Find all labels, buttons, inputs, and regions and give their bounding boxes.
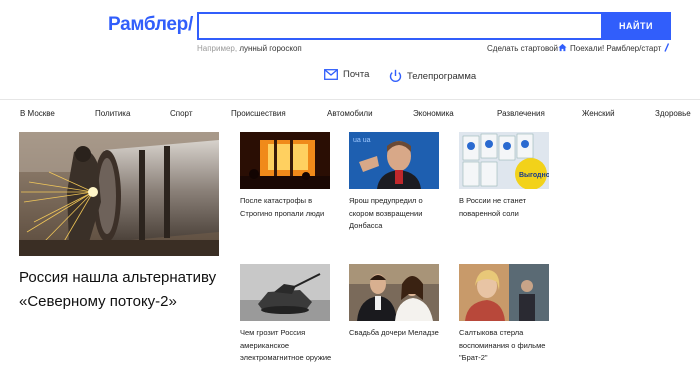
- nav-item-moscow[interactable]: В Москве: [20, 109, 55, 118]
- tv-service-link[interactable]: Телепрограмма: [389, 69, 476, 83]
- search-button[interactable]: НАЙТИ: [601, 12, 671, 40]
- nav-item-health[interactable]: Здоровье: [655, 109, 691, 118]
- mail-icon: [324, 69, 338, 80]
- card-image-wedding[interactable]: [349, 264, 439, 321]
- nav-item-auto[interactable]: Автомобили: [327, 109, 373, 118]
- home-icon: [558, 43, 567, 52]
- rambler-logo[interactable]: Рамблер/: [108, 14, 193, 36]
- power-icon: [389, 69, 402, 82]
- nav-item-women[interactable]: Женский: [582, 109, 615, 118]
- tv-service-label: Телепрограмма: [407, 70, 477, 82]
- hint-prefix: Например,: [197, 44, 240, 53]
- main-story-image[interactable]: [19, 132, 219, 256]
- nav-item-entertainment[interactable]: Развлечения: [497, 109, 545, 118]
- nav-item-politics[interactable]: Политика: [95, 109, 130, 118]
- card-title-film[interactable]: Салтыкова стерла воспоминания о фильме "…: [459, 327, 555, 365]
- mail-service-label: Почта: [343, 69, 370, 80]
- card-title-speaker[interactable]: Ярош предупредил о скором возвращении До…: [349, 195, 445, 233]
- card-title-wedding[interactable]: Свадьба дочери Меладзе: [349, 327, 445, 340]
- card-image-tank[interactable]: [240, 264, 330, 321]
- search-input[interactable]: [197, 12, 602, 40]
- hint-example-link[interactable]: лунный гороскоп: [239, 44, 301, 53]
- card-title-salt[interactable]: В России не станет поваренной соли: [459, 195, 555, 220]
- card-image-fire[interactable]: [240, 132, 330, 189]
- nav-item-incidents[interactable]: Происшествия: [231, 109, 286, 118]
- search-hint: Например, лунный гороскоп: [197, 44, 302, 53]
- card-title-fire[interactable]: После катастрофы в Строгино пропали люди: [240, 195, 336, 220]
- svg-text:ua ua: ua ua: [353, 137, 371, 144]
- nav-item-economy[interactable]: Экономика: [413, 109, 454, 118]
- svg-text:Выгодно: Выгодно: [519, 172, 549, 179]
- card-image-film[interactable]: [459, 264, 549, 321]
- nav-item-sport[interactable]: Спорт: [170, 109, 193, 118]
- card-image-speaker[interactable]: ua ua: [349, 132, 439, 189]
- rambler-start-link[interactable]: Поехали! Рамблер/старт: [570, 44, 661, 53]
- card-title-tank[interactable]: Чем грозит Россия американское электрома…: [240, 327, 336, 365]
- make-start-page-link[interactable]: Сделать стартовой: [487, 44, 558, 53]
- card-image-salt[interactable]: Выгодно: [459, 132, 549, 189]
- main-story-title[interactable]: Россия нашла альтернативу «Северному пот…: [19, 266, 229, 314]
- header-divider: [0, 99, 700, 100]
- mail-service-link[interactable]: Почта: [324, 69, 369, 80]
- right-fade-overlay: [570, 130, 700, 390]
- external-link-icon: [664, 43, 670, 52]
- category-nav: В Москве Политика Спорт Происшествия Авт…: [0, 109, 700, 121]
